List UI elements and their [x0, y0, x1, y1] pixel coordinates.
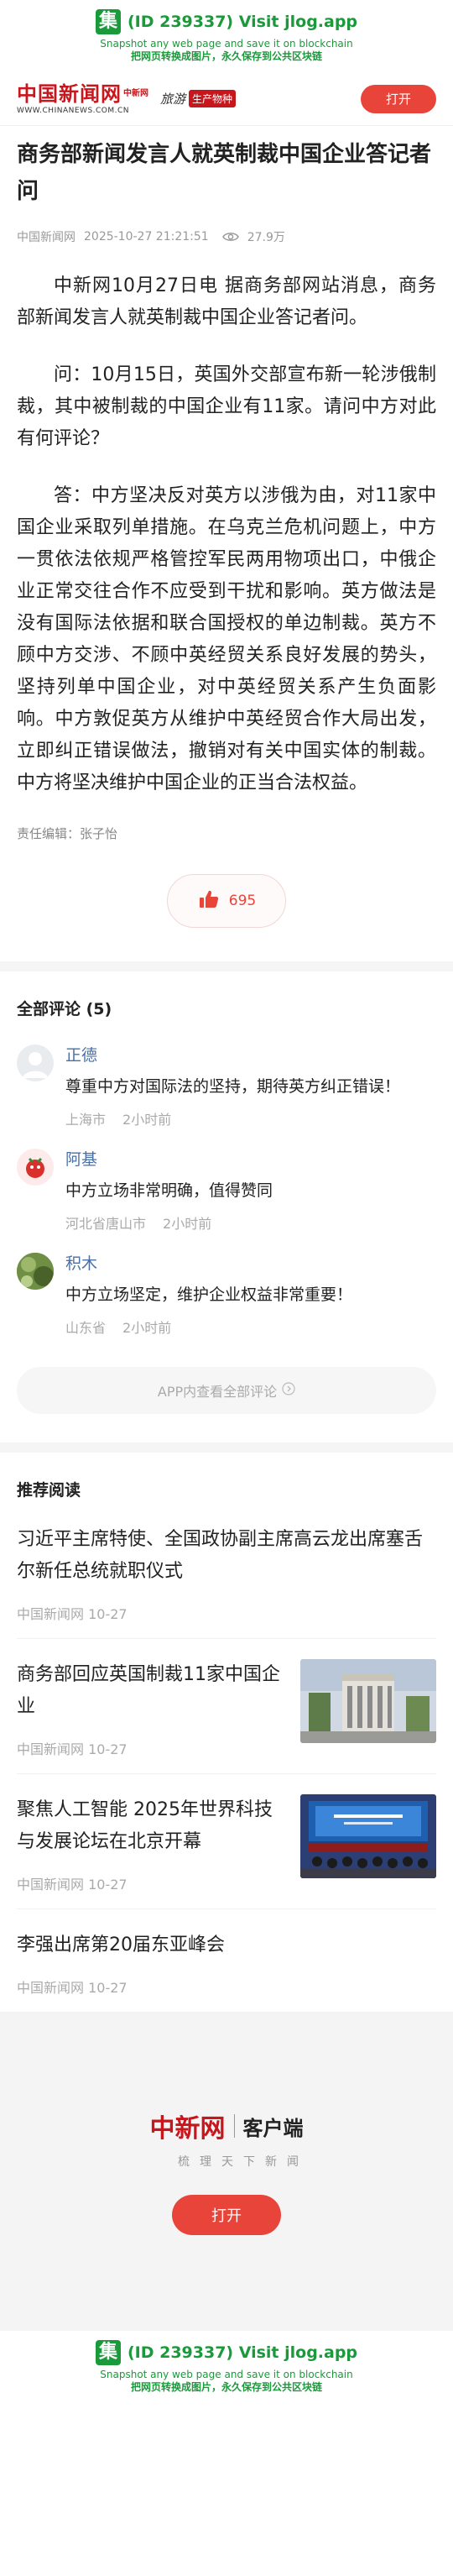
slogan-part-b: 生产物种: [189, 90, 237, 107]
comment-username[interactable]: 正德: [65, 1045, 436, 1066]
comment-meta: 山东省 2小时前: [65, 1317, 436, 1337]
comment-time: 2小时前: [163, 1216, 212, 1232]
recommended-text: 李强出席第20届东亚峰会 中国新闻网 10-27: [17, 1929, 436, 1997]
recommended-source: 中国新闻网 10-27: [17, 1741, 128, 1757]
comment-time: 2小时前: [122, 1112, 172, 1128]
logo-cn: 中国新闻网: [17, 81, 122, 106]
comment-meta: 上海市 2小时前: [65, 1108, 436, 1128]
jlog-title[interactable]: (ID 239337) Visit jlog.app: [128, 2343, 357, 2362]
comment-username[interactable]: 积木: [65, 1253, 436, 1275]
recommended-text: 聚焦人工智能 2025年世界科技与发展论坛在北京开幕 中国新闻网 10-27: [17, 1794, 287, 1893]
logo-tag: 中新网: [123, 88, 148, 98]
article-paragraph: 问：10月15日，英国外交部宣布新一轮涉俄制裁，其中被制裁的中国企业有11家。请…: [17, 364, 436, 449]
avatar[interactable]: [17, 1253, 54, 1290]
article-paragraph: 答：中方坚决反对英方以涉俄为由，对11家中国企业采取列单措施。在乌克兰危机问题上…: [17, 485, 436, 793]
like-count: 695: [228, 893, 257, 909]
recommended-thumbnail[interactable]: [300, 1659, 436, 1743]
comment-body: 积木 中方立场坚定，维护企业权益非常重要！ 山东省 2小时前: [65, 1253, 436, 1337]
view-all-comments-label: APP内查看全部评论: [157, 1384, 278, 1400]
recommended-section: 推荐阅读 习近平主席特使、全国政协副主席高云龙出席塞舌尔新任总统就职仪式 中国新…: [0, 1453, 453, 2012]
footer-client-label: 客户端: [242, 2116, 304, 2140]
recommended-text: 商务部回应英国制裁11家中国企业 中国新闻网 10-27: [17, 1659, 287, 1758]
jlog-subtitle-cn: 把网页转换成图片，永久保存到公共区块链: [130, 2381, 322, 2393]
section-separator: [0, 961, 453, 971]
slogan-part-a: 旅游: [160, 92, 186, 107]
jlog-logo-icon: 集: [95, 9, 121, 34]
recommended-source: 中国新闻网 10-27: [17, 1980, 128, 1996]
like-wrap: 695: [17, 874, 436, 928]
recommended-headline[interactable]: 李强出席第20届东亚峰会: [17, 1929, 436, 1961]
article-source: 中国新闻网: [17, 231, 76, 244]
thumbs-up-icon: [197, 887, 221, 915]
footer-slogan: 梳理天下新闻: [178, 2155, 309, 2169]
comments-section: 全部评论 (5) 正德 尊重中方对国际法的坚持，期待英方纠正错误！ 上海市 2小…: [0, 971, 453, 1414]
comment-location: 上海市: [65, 1112, 107, 1128]
brand[interactable]: 中国新闻网 中新网 WWW.CHINANEWS.COM.CN 旅游 生产物种: [17, 81, 237, 115]
jlog-banner-bottom[interactable]: 集 (ID 239337) Visit jlog.app Snapshot an…: [0, 2331, 453, 2403]
jlog-banner-row: 集 (ID 239337) Visit jlog.app: [95, 9, 357, 34]
article-editor: 责任编辑：张子怡: [17, 826, 118, 841]
article-paragraph: 中新网10月27日电 据商务部网站消息，商务部新闻发言人就英制裁中国企业答记者问…: [17, 275, 436, 328]
comment-item: 阿基 中方立场非常明确，值得赞同 河北省唐山市 2小时前: [17, 1137, 436, 1241]
footer-open-app-button[interactable]: 打开: [172, 2195, 281, 2235]
article: 商务部新闻发言人就英制裁中国企业答记者问 中国新闻网 2025-10-27 21…: [0, 136, 453, 928]
recommended-item[interactable]: 聚焦人工智能 2025年世界科技与发展论坛在北京开幕 中国新闻网 10-27: [17, 1774, 436, 1909]
brand-slogan: 旅游 生产物种: [160, 90, 237, 107]
comment-text: 尊重中方对国际法的坚持，期待英方纠正错误！: [65, 1077, 401, 1096]
jlog-banner-row: 集 (ID 239337) Visit jlog.app: [95, 2340, 357, 2365]
section-separator: [0, 1442, 453, 1453]
chevron-right-icon: [282, 1382, 295, 1399]
comment-item: 正德 尊重中方对国际法的坚持，期待英方纠正错误！ 上海市 2小时前: [17, 1033, 436, 1137]
eye-icon: [221, 231, 239, 243]
site-header: 中国新闻网 中新网 WWW.CHINANEWS.COM.CN 旅游 生产物种 打开: [0, 72, 453, 126]
view-all-comments-button[interactable]: APP内查看全部评论: [17, 1367, 436, 1414]
comment-time: 2小时前: [122, 1320, 172, 1336]
jlog-logo-icon: 集: [95, 2340, 121, 2365]
comment-text: 中方立场坚定，维护企业权益非常重要！: [65, 1285, 353, 1304]
recommended-item[interactable]: 商务部回应英国制裁11家中国企业 中国新闻网 10-27: [17, 1639, 436, 1774]
jlog-subtitle-en: Snapshot any web page and save it on blo…: [100, 2369, 353, 2380]
article-datetime: 2025-10-27 21:21:51: [84, 230, 209, 243]
footer-divider: [233, 2114, 235, 2138]
comment-meta: 河北省唐山市 2小时前: [65, 1212, 436, 1233]
comments-title: 全部评论 (5): [17, 1000, 112, 1018]
footer-logo-cn: 中新网: [149, 2114, 226, 2144]
recommended-item[interactable]: 习近平主席特使、全国政协副主席高云龙出席塞舌尔新任总统就职仪式 中国新闻网 10…: [17, 1504, 436, 1639]
chinanews-logo[interactable]: 中国新闻网 中新网 WWW.CHINANEWS.COM.CN: [17, 81, 148, 115]
recommended-item[interactable]: 李强出席第20届东亚峰会 中国新闻网 10-27: [17, 1909, 436, 2012]
comment-username[interactable]: 阿基: [65, 1149, 436, 1170]
comment-item: 积木 中方立场坚定，维护企业权益非常重要！ 山东省 2小时前: [17, 1241, 436, 1345]
avatar[interactable]: [17, 1045, 54, 1081]
avatar[interactable]: [17, 1149, 54, 1186]
comment-location: 山东省: [65, 1320, 107, 1336]
recommended-title: 推荐阅读: [17, 1481, 81, 1500]
recommended-text: 习近平主席特使、全国政协副主席高云龙出席塞舌尔新任总统就职仪式 中国新闻网 10…: [17, 1524, 436, 1623]
jlog-banner-top[interactable]: 集 (ID 239337) Visit jlog.app Snapshot an…: [0, 0, 453, 72]
article-meta: 中国新闻网 2025-10-27 21:21:51 27.9万: [17, 228, 436, 245]
article-body: 中新网10月27日电 据商务部网站消息，商务部新闻发言人就英制裁中国企业答记者问…: [17, 270, 436, 799]
comment-body: 阿基 中方立场非常明确，值得赞同 河北省唐山市 2小时前: [65, 1149, 436, 1233]
jlog-subtitle-cn: 把网页转换成图片，永久保存到公共区块链: [130, 50, 322, 62]
article-views: 27.9万: [247, 231, 285, 244]
logo-cn-text: 中国新闻网 中新网: [17, 81, 148, 106]
comment-text: 中方立场非常明确，值得赞同: [65, 1181, 273, 1200]
jlog-subtitle-en: Snapshot any web page and save it on blo…: [100, 38, 353, 50]
recommended-thumbnail[interactable]: [300, 1794, 436, 1878]
recommended-source: 中国新闻网 10-27: [17, 1877, 128, 1893]
footer-logo: 中新网 客户端: [150, 2107, 304, 2144]
app-footer: 中新网 客户端 梳理天下新闻 打开: [0, 2012, 453, 2331]
like-button[interactable]: 695: [167, 874, 286, 928]
recommended-headline[interactable]: 习近平主席特使、全国政协副主席高云龙出席塞舌尔新任总统就职仪式: [17, 1524, 436, 1588]
recommended-headline[interactable]: 聚焦人工智能 2025年世界科技与发展论坛在北京开幕: [17, 1794, 287, 1858]
jlog-title[interactable]: (ID 239337) Visit jlog.app: [128, 13, 357, 31]
logo-url: WWW.CHINANEWS.COM.CN: [17, 106, 130, 115]
article-title: 商务部新闻发言人就英制裁中国企业答记者问: [17, 142, 432, 204]
comment-body: 正德 尊重中方对国际法的坚持，期待英方纠正错误！ 上海市 2小时前: [65, 1045, 436, 1128]
recommended-source: 中国新闻网 10-27: [17, 1606, 128, 1622]
comment-location: 河北省唐山市: [65, 1216, 147, 1232]
open-app-button[interactable]: 打开: [361, 84, 436, 113]
recommended-headline[interactable]: 商务部回应英国制裁11家中国企业: [17, 1659, 287, 1723]
